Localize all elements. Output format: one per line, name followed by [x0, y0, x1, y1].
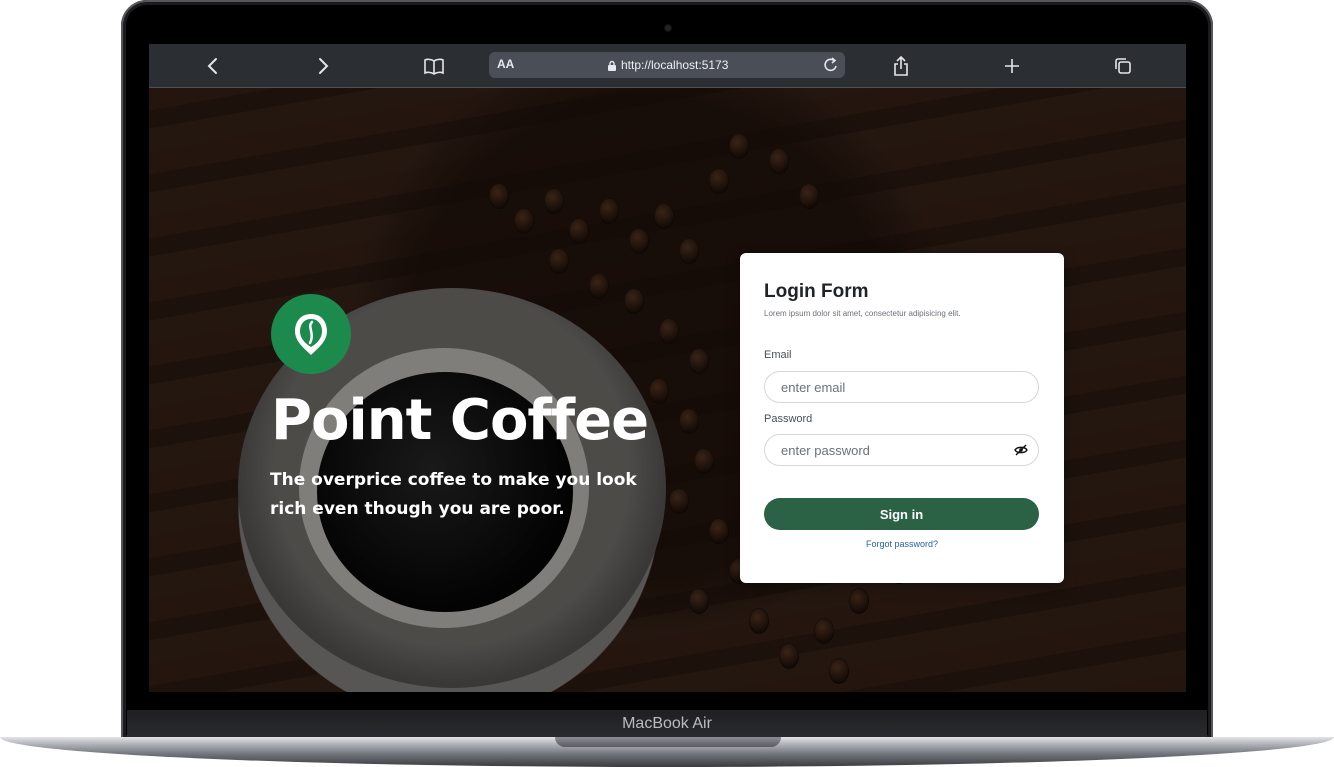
- password-placeholder: enter password: [781, 442, 870, 458]
- password-label: Password: [764, 413, 813, 425]
- forgot-password-text[interactable]: Forgot password?: [866, 539, 938, 549]
- device-label: MacBook Air: [622, 715, 712, 732]
- share-icon[interactable]: [889, 54, 913, 78]
- coffee-logo-icon: [271, 294, 351, 374]
- brand-title: Point Coffee: [271, 388, 649, 453]
- email-placeholder: enter email: [781, 379, 846, 395]
- hero-background: Point Coffee The overprice coffee to mak…: [149, 88, 1186, 692]
- browser-toolbar: AA http://localhost:5173: [149, 44, 1186, 88]
- reload-icon[interactable]: [823, 56, 839, 79]
- login-card: Login Form Lorem ipsum dolor sit amet, c…: [740, 253, 1064, 583]
- url-display: http://localhost:5173: [607, 58, 728, 72]
- chevron-right-icon[interactable]: [311, 54, 335, 78]
- laptop-notch: [555, 737, 781, 747]
- plus-icon[interactable]: [1000, 54, 1024, 78]
- text-size-button[interactable]: AA: [497, 57, 514, 71]
- password-field[interactable]: enter password: [764, 434, 1039, 466]
- email-label: Email: [764, 349, 792, 361]
- camera-icon: [665, 25, 671, 31]
- tabs-icon[interactable]: [1111, 54, 1135, 78]
- login-subtitle: Lorem ipsum dolor sit amet, consectetur …: [764, 309, 961, 318]
- browser-screen: AA http://localhost:5173 Point Coffee Th…: [149, 44, 1186, 692]
- laptop-chin: MacBook Air: [127, 710, 1207, 738]
- lock-icon: [608, 60, 616, 71]
- brand-tagline: The overprice coffee to make you look ri…: [270, 470, 637, 519]
- forgot-password-link[interactable]: Forgot password?: [740, 539, 1064, 549]
- signin-button[interactable]: Sign in: [764, 498, 1039, 530]
- book-icon[interactable]: [422, 54, 446, 78]
- login-title: Login Form: [764, 281, 869, 302]
- email-field[interactable]: enter email: [764, 371, 1039, 403]
- chevron-left-icon[interactable]: [201, 54, 225, 78]
- url-text: http://localhost:5173: [621, 58, 729, 72]
- address-bar[interactable]: AA http://localhost:5173: [489, 52, 845, 78]
- eye-slash-icon[interactable]: [1014, 443, 1028, 460]
